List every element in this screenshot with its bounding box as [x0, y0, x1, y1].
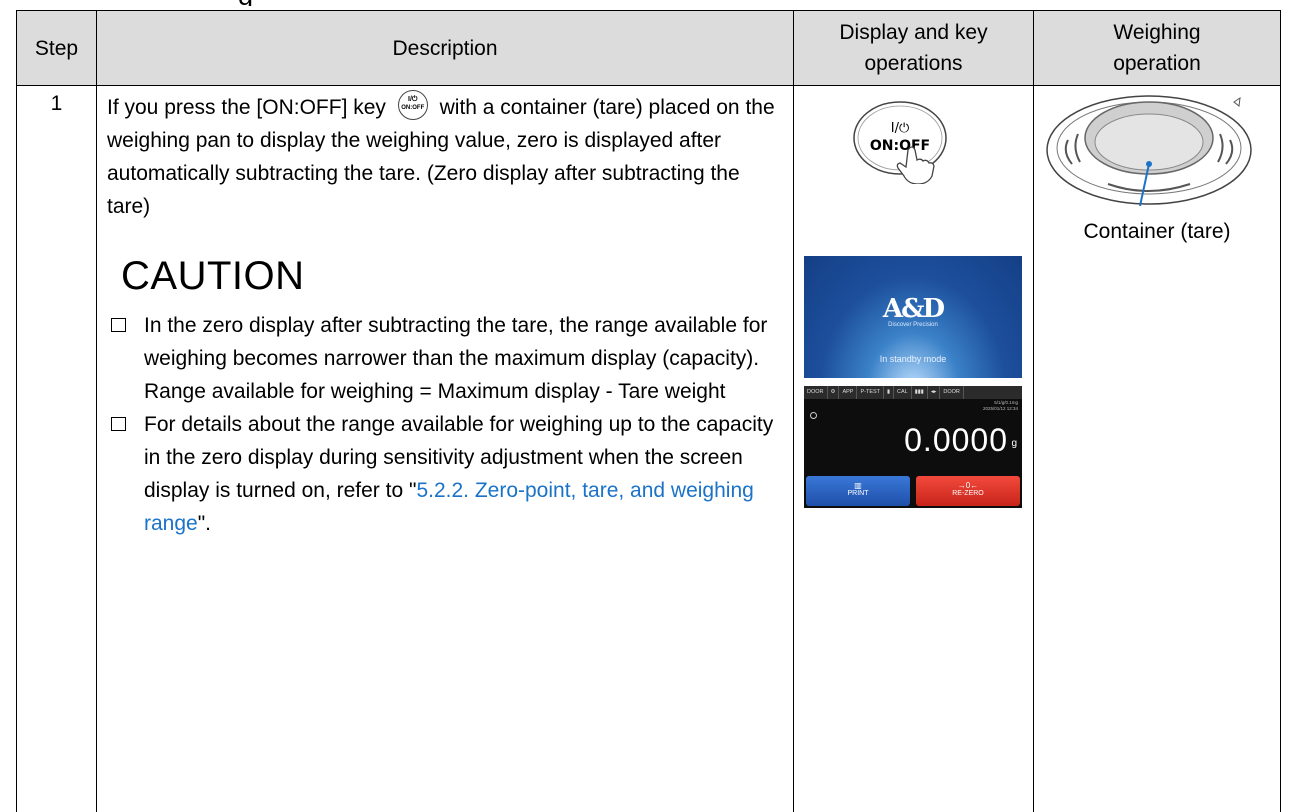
weighing-cell: Container (tare) — [1034, 86, 1281, 812]
status-item: ▮▮▮ — [912, 386, 928, 399]
onoff-key-top-label: I/⏻ — [891, 121, 910, 136]
header-step: Step — [17, 11, 97, 86]
status-item[interactable]: APP — [839, 386, 857, 399]
status-item[interactable]: DOOR — [940, 386, 964, 399]
checkbox-bullet-icon — [111, 417, 126, 431]
onoff-key-press-icon: I/⏻ ON:OFF — [850, 98, 958, 184]
print-label: PRINT — [848, 490, 869, 497]
status-item: ◂▸ — [928, 386, 941, 399]
header-description: Description — [97, 11, 794, 86]
weight-unit: g — [1011, 438, 1017, 449]
status-item[interactable]: DOOR — [804, 386, 828, 399]
date-text: 2025/01/12 12:34 — [983, 406, 1018, 412]
header-display: Display and key operations — [794, 11, 1034, 86]
header-weighing-line2: operation — [1113, 52, 1201, 75]
rezero-label: RE-ZERO — [952, 490, 984, 497]
display-cell: I/⏻ ON:OFF A&D Discover Precision In sta… — [794, 86, 1034, 812]
standby-mode-text: In standby mode — [804, 354, 1022, 364]
procedure-table: Step Description Display and key operati… — [16, 10, 1281, 812]
caution-title: CAUTION — [121, 253, 783, 299]
weighing-screen: DOOR ⚙ APP P-TEST ▮ CAL ▮▮▮ ◂▸ DOOR 5/1/… — [804, 386, 1022, 508]
status-item: ▮ — [884, 386, 894, 399]
step-row: 1 If you press the [ON:OFF] key I/⏻ON:OF… — [17, 86, 1281, 812]
status-item[interactable]: CAL — [894, 386, 912, 399]
caution-bullet-2: For details about the range available fo… — [107, 408, 783, 540]
printer-icon: ▥ — [806, 476, 910, 490]
description-cell: If you press the [ON:OFF] key I/⏻ON:OFF … — [97, 86, 794, 812]
datetime-readout: 5/1/g/0.1mg 2025/01/12 12:34 — [983, 400, 1018, 412]
checkbox-bullet-icon — [111, 318, 126, 332]
onoff-key-inline-label: ON:OFF — [401, 105, 424, 111]
onoff-key-icon: I/⏻ON:OFF — [398, 90, 428, 120]
header-weighing-line1: Weighing — [1113, 21, 1200, 44]
rezero-button[interactable]: →0← RE-ZERO — [916, 476, 1020, 506]
caution-bullet-1: In the zero display after subtracting th… — [107, 309, 783, 408]
header-row: Step Description Display and key operati… — [17, 11, 1281, 86]
weighing-pan-container-icon — [1038, 88, 1260, 206]
print-button[interactable]: ▥ PRINT — [806, 476, 910, 506]
intro-paragraph: If you press the [ON:OFF] key I/⏻ON:OFF … — [107, 90, 783, 223]
stability-icon — [810, 412, 817, 419]
heading-fragment: g — [238, 0, 268, 6]
header-display-line1: Display and key — [839, 21, 987, 44]
bullet1-text: In the zero display after subtracting th… — [144, 309, 783, 375]
onoff-key-bottom-label: ON:OFF — [870, 138, 930, 154]
container-label: Container (tare) — [1034, 220, 1280, 244]
rezero-icon: →0← — [916, 476, 1020, 490]
intro-part1: If you press the [ON:OFF] key — [107, 96, 386, 119]
header-display-line2: operations — [864, 52, 962, 75]
weight-value: 0.0000 — [904, 422, 1008, 459]
brand-tagline: Discover Precision — [804, 322, 1022, 328]
standby-screen: A&D Discover Precision In standby mode — [804, 256, 1022, 378]
bullet1-formula: Range available for weighing = Maximum d… — [144, 375, 783, 408]
brand-logo: A&D — [804, 294, 1022, 324]
status-bar: DOOR ⚙ APP P-TEST ▮ CAL ▮▮▮ ◂▸ DOOR — [804, 386, 1022, 399]
step-number: 1 — [17, 86, 97, 812]
header-weighing: Weighing operation — [1034, 11, 1281, 86]
status-item[interactable]: P-TEST — [857, 386, 884, 399]
status-item[interactable]: ⚙ — [828, 386, 840, 399]
bullet2-end: ". — [198, 512, 211, 535]
